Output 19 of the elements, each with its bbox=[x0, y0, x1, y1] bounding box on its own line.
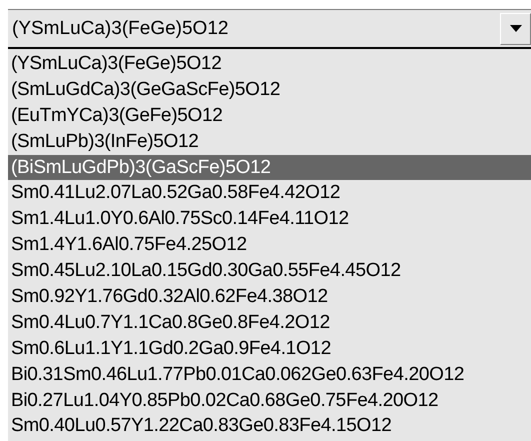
list-option[interactable]: (EuTmYCa)3(GeFe)5O12 bbox=[8, 102, 531, 129]
list-option[interactable]: (SmLuPb)3(InFe)5O12 bbox=[8, 128, 531, 155]
list-option[interactable]: Sm0.41Lu2.07La0.52Ga0.58Fe4.42O12 bbox=[8, 180, 531, 206]
list-option[interactable]: (YSmLuCa)3(FeGe)5O12 bbox=[8, 51, 531, 77]
list-option[interactable]: (SmLuGdCa)3(GeGaScFe)5O12 bbox=[8, 76, 531, 103]
dropdown-button[interactable] bbox=[500, 12, 531, 44]
list-option[interactable]: Sm0.45Lu2.10La0.15Gd0.30Ga0.55Fe4.45O12 bbox=[8, 258, 531, 284]
caret-icon bbox=[510, 25, 522, 32]
list-option[interactable]: Sm1.4Lu1.0Y0.6Al0.75Sc0.14Fe4.11O12 bbox=[8, 206, 531, 232]
list-option[interactable]: Sm0.92Y1.76Gd0.32Al0.62Fe4.38O12 bbox=[8, 284, 531, 310]
list-option[interactable]: (BiSmLuGdPb)3(GaScFe)5O12 bbox=[8, 154, 531, 180]
dropdown-field[interactable]: (YSmLuCa)3(FeGe)5O12 bbox=[8, 9, 531, 49]
list-option[interactable]: Bi0.27Lu1.04Y0.85Pb0.02Ca0.68Ge0.75Fe4.20O12 bbox=[8, 388, 531, 414]
list-option[interactable]: Sm0.4Lu0.7Y1.1Ca0.8Ge0.8Fe4.2O12 bbox=[8, 310, 531, 336]
list-option[interactable]: Sm0.40Lu0.57Y1.22Ca0.83Ge0.83Fe4.15O12 bbox=[8, 413, 531, 440]
list-option[interactable]: Bi0.31Sm0.46Lu1.77Pb0.01Ca0.062Ge0.63Fe4.20O12 bbox=[8, 362, 531, 388]
list-option[interactable]: Sm1.4Y1.6Al0.75Fe4.25O12 bbox=[8, 232, 531, 258]
dropdown-value: (YSmLuCa)3(FeGe)5O12 bbox=[11, 18, 230, 40]
list-option[interactable]: Sm0.6Lu1.1Y1.1Gd0.2Ga0.9Fe4.1O12 bbox=[8, 336, 531, 362]
